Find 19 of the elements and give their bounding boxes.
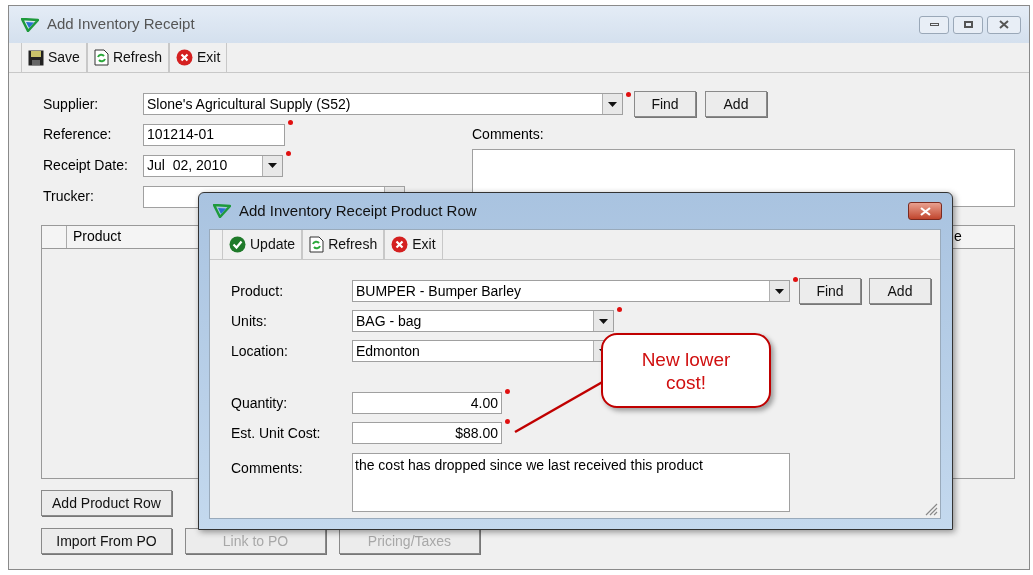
window-title: Add Inventory Receipt: [47, 14, 195, 35]
field-label: Product:: [231, 281, 285, 301]
field-label: Comments:: [231, 459, 304, 478]
field-label: Supplier:: [42, 94, 100, 114]
field-label: Trucker:: [42, 187, 95, 206]
field-label: Est. Unit Cost:: [231, 423, 322, 443]
field-value: BUMPER - Bumper Barley: [355, 281, 522, 301]
dialog-title: Add Inventory Receipt Product Row: [239, 200, 477, 221]
field-value: Slone's Agricultural Supply (S52): [146, 94, 352, 114]
field-label: Comments:: [472, 124, 544, 144]
field-label: Receipt Date:: [42, 156, 129, 175]
field-label: Reference:: [42, 125, 113, 144]
field-value: Edmonton: [355, 341, 421, 361]
field-value: Jul 02, 2010: [146, 156, 229, 175]
field-label: Units:: [231, 311, 268, 331]
field-label: Quantity:: [231, 393, 289, 413]
field-label: Location:: [231, 341, 289, 361]
callout-tooltip: New lower cost!: [601, 333, 771, 408]
field-value: BAG - bag: [355, 311, 423, 331]
